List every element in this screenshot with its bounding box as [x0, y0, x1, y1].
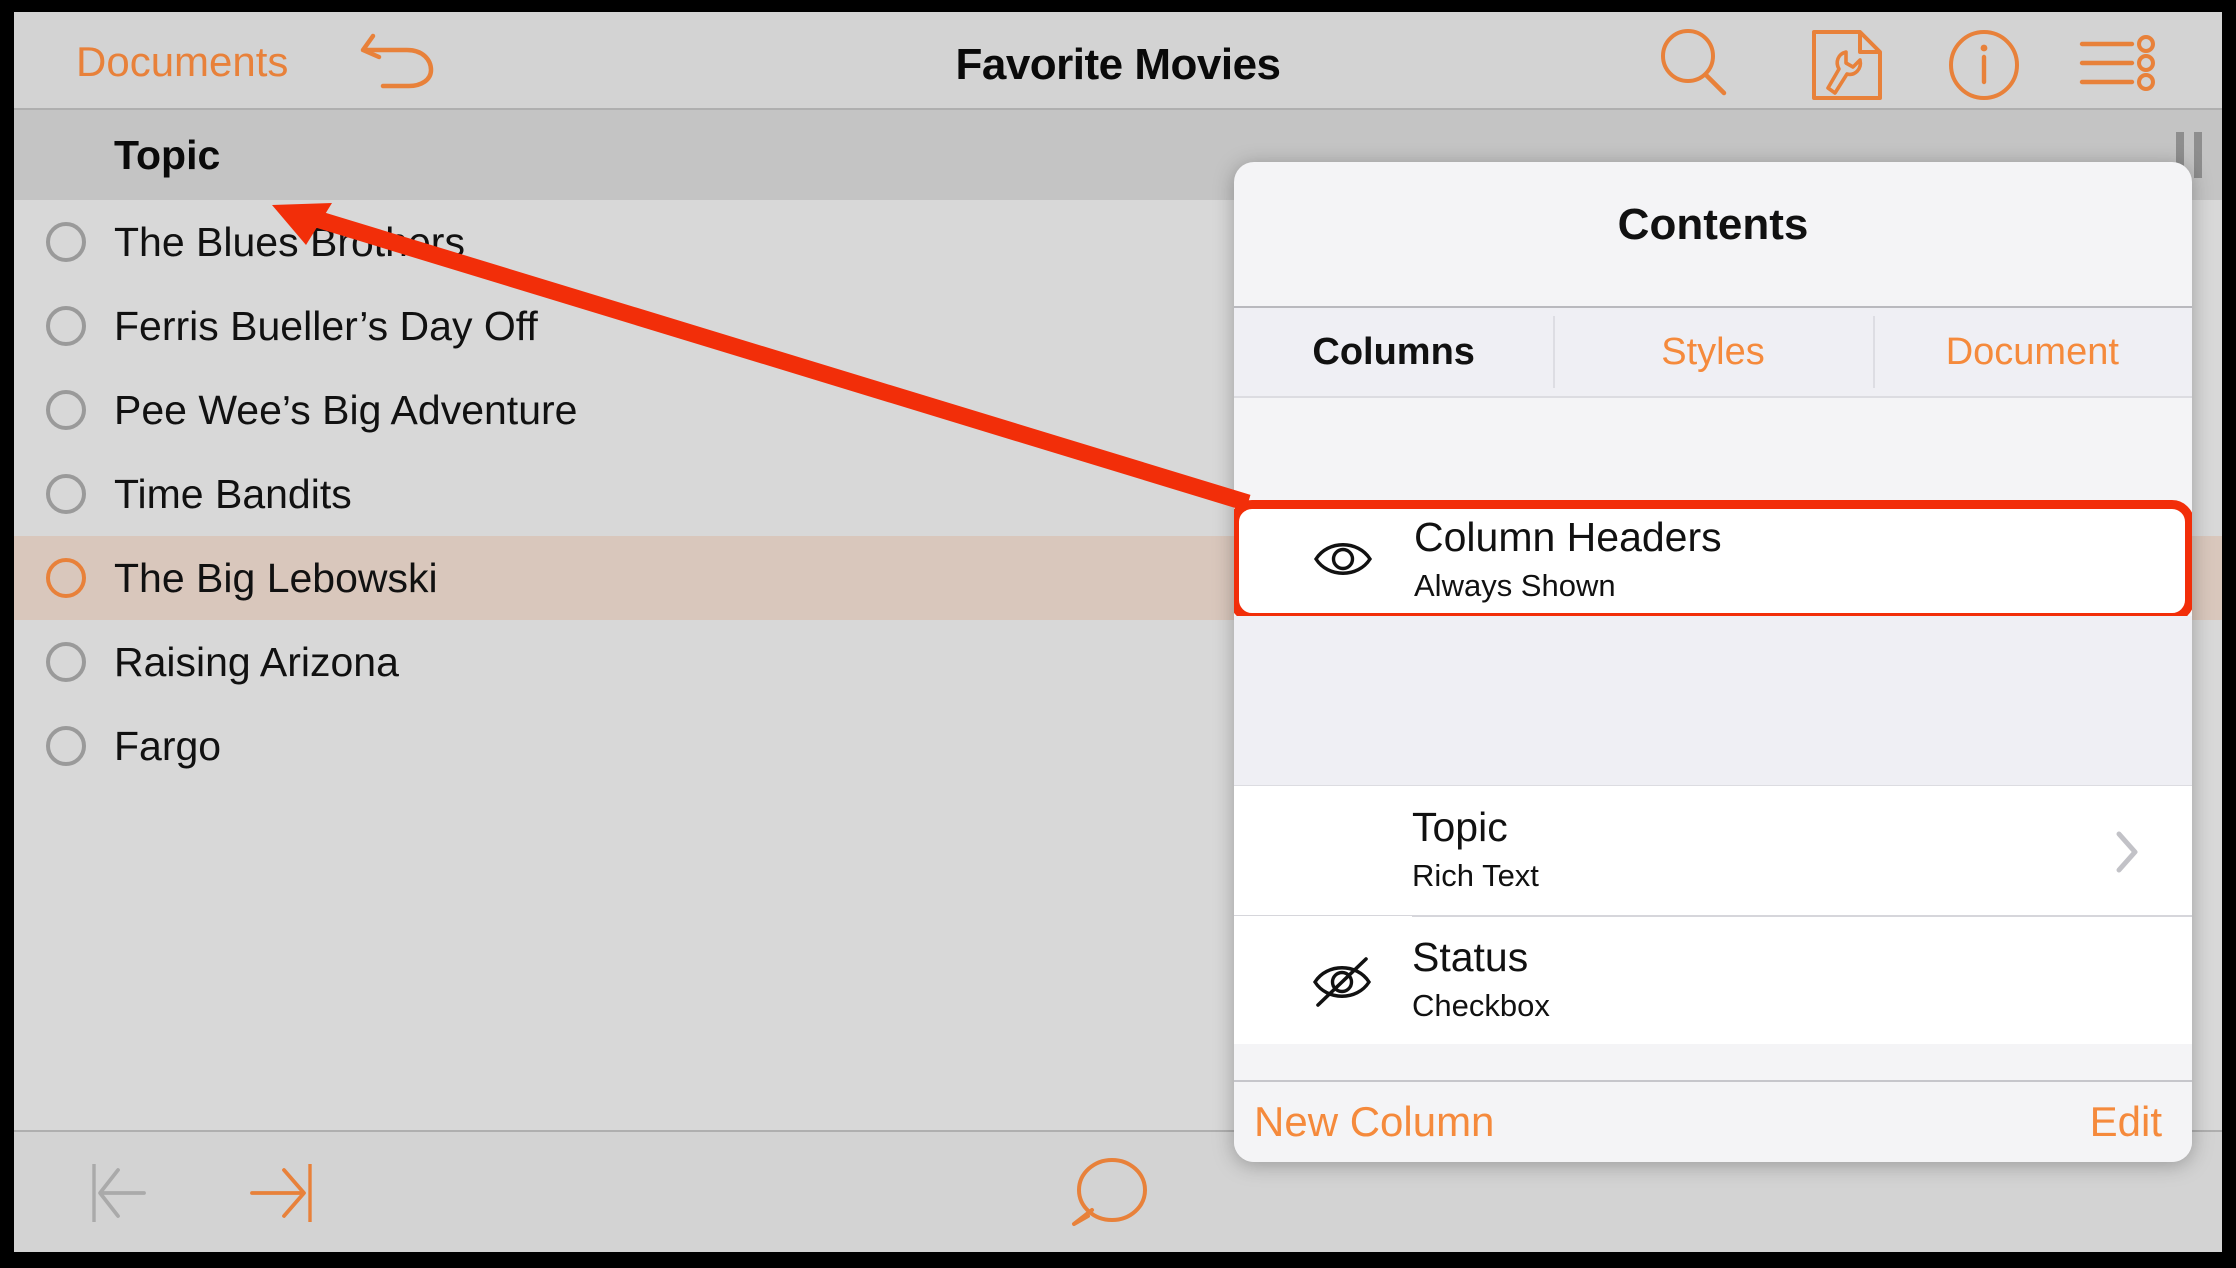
- popover-gap-block: [1234, 616, 2192, 786]
- device-screen: Documents Favorite Movies Topic The Blue…: [14, 12, 2222, 1252]
- row-bullet-icon[interactable]: [46, 558, 86, 598]
- outdent-button[interactable]: [88, 1160, 168, 1226]
- list-item-label: Raising Arizona: [114, 638, 399, 685]
- search-icon: [1661, 29, 1727, 96]
- column-title: Status: [1412, 934, 1529, 980]
- column-row-status[interactable]: Status Checkbox: [1234, 915, 2192, 1044]
- edit-button[interactable]: Edit: [2090, 1098, 2162, 1146]
- eye-visible-icon[interactable]: [1312, 534, 1374, 584]
- outdent-arrow-icon: [92, 1164, 146, 1222]
- eye-hidden-icon[interactable]: [1310, 956, 1374, 1008]
- list-options-icon: [2079, 35, 2155, 91]
- contents-popover: Contents Columns Styles Document Column …: [1234, 162, 2192, 1162]
- popover-title: Contents: [1617, 200, 1809, 249]
- row-bullet-icon[interactable]: [46, 474, 86, 514]
- tab-styles[interactable]: Styles: [1553, 308, 1872, 396]
- column-headers-subtitle: Always Shown: [1414, 568, 1616, 603]
- list-item-label: Pee Wee’s Big Adventure: [114, 386, 578, 433]
- chevron-right-icon: [2114, 830, 2140, 874]
- row-bullet-icon[interactable]: [46, 390, 86, 430]
- search-button[interactable]: [1654, 28, 1738, 98]
- contents-button[interactable]: [1808, 28, 1886, 102]
- column-row-topic[interactable]: Topic Rich Text: [1234, 786, 2192, 915]
- info-button[interactable]: [1946, 28, 2022, 102]
- list-item-label: The Blues Brothers: [114, 218, 465, 265]
- list-options-button[interactable]: [2074, 28, 2162, 98]
- column-subtitle: Rich Text: [1412, 858, 1539, 893]
- column-headers-title: Column Headers: [1414, 514, 1722, 560]
- list-item-label: Fargo: [114, 722, 222, 769]
- list-item-label: Time Bandits: [114, 470, 352, 517]
- tabbar-divider: [1234, 396, 2192, 398]
- tab-columns[interactable]: Columns: [1234, 308, 1553, 396]
- popover-footer: New Column Edit: [1234, 1082, 2192, 1162]
- popover-body: Contents Columns Styles Document Column …: [1234, 162, 2192, 1162]
- comment-button[interactable]: [1064, 1154, 1156, 1234]
- indent-arrow-icon: [250, 1164, 312, 1222]
- popover-tabbar: Columns Styles Document: [1234, 308, 2192, 396]
- row-bullet-icon[interactable]: [46, 642, 86, 682]
- indent-button[interactable]: [244, 1160, 324, 1226]
- row-bullet-icon[interactable]: [46, 306, 86, 346]
- document-title: Favorite Movies: [955, 40, 1281, 89]
- tab-document[interactable]: Document: [1872, 308, 2192, 396]
- document-wrench-icon: [1812, 30, 1882, 100]
- info-circle-icon: [1949, 30, 2019, 100]
- column-headers-row[interactable]: Column Headers Always Shown: [1236, 506, 2188, 616]
- row-bullet-icon[interactable]: [46, 222, 86, 262]
- row-bullet-icon[interactable]: [46, 726, 86, 766]
- column-subtitle: Checkbox: [1412, 988, 1550, 1023]
- top-toolbar: Documents Favorite Movies: [14, 12, 2222, 110]
- column-title: Topic: [1412, 804, 1508, 850]
- list-item-label: The Big Lebowski: [114, 554, 438, 601]
- new-column-button[interactable]: New Column: [1254, 1098, 1494, 1146]
- comment-bubble-icon: [1072, 1158, 1147, 1226]
- list-item-label: Ferris Bueller’s Day Off: [114, 302, 538, 349]
- columns-list: Topic Rich Text Status Checkbox: [1234, 786, 2192, 1044]
- row-divider: [1412, 916, 2192, 917]
- column-header-topic-label[interactable]: Topic: [114, 132, 220, 179]
